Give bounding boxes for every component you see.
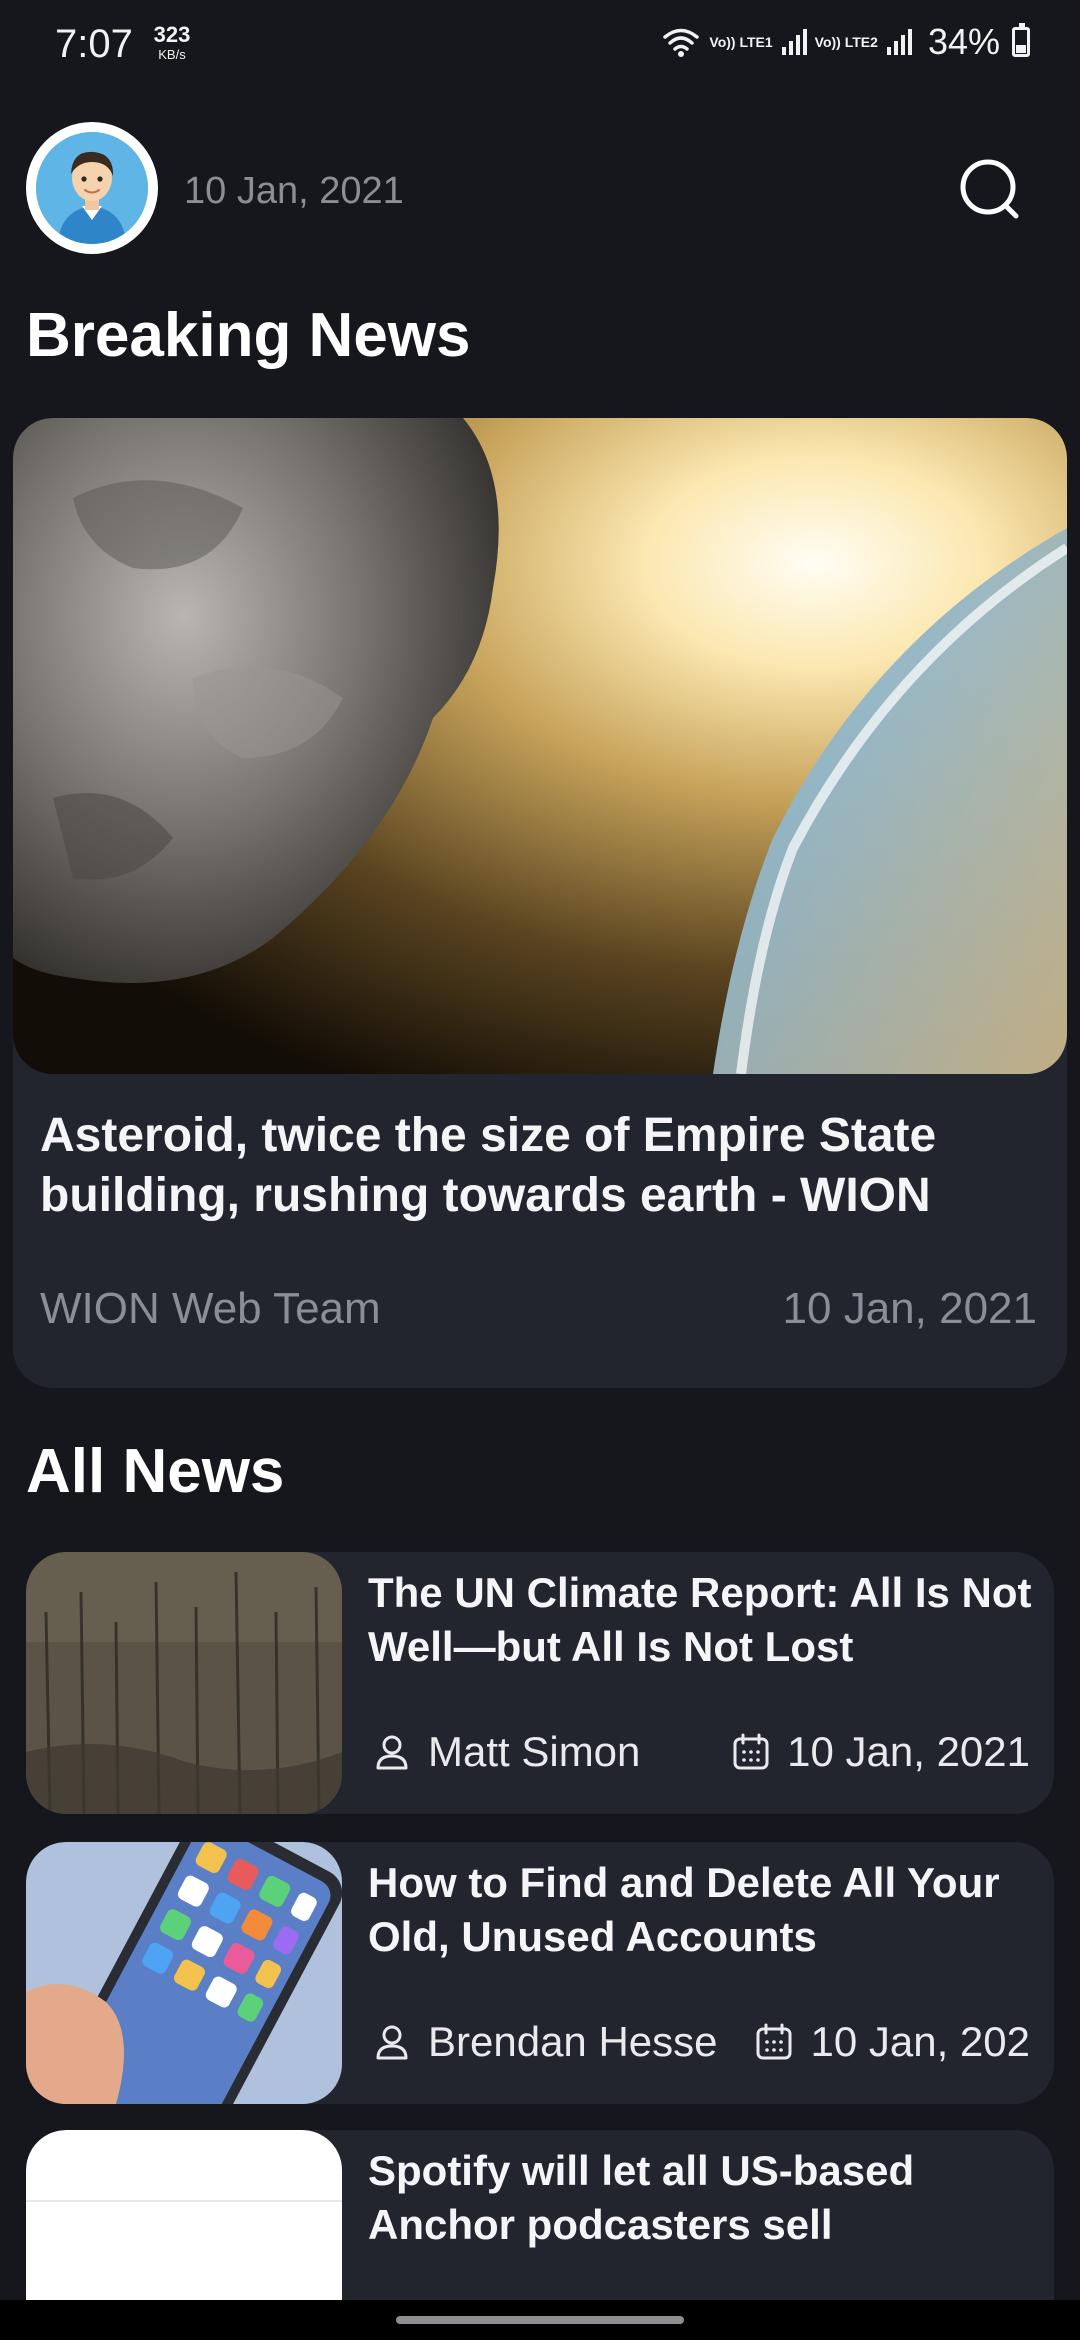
user-icon: [376, 2025, 408, 2060]
news-date: 10 Jan, 2021: [787, 1728, 1030, 1775]
header-date: 10 Jan, 2021: [184, 170, 404, 212]
sim1-indicator: Vo)) LTE1: [709, 34, 773, 50]
breaking-news-card[interactable]: Asteroid, twice the size of Empire State…: [13, 418, 1067, 1388]
wifi-icon: [663, 28, 700, 57]
news-title: Spotify will let all US-based Anchor pod…: [368, 2147, 915, 2248]
calendar-icon: [756, 2023, 792, 2060]
news-thumbnail: [26, 2130, 342, 2300]
breaking-news-author: WION Web Team: [40, 1284, 381, 1333]
search-icon: [960, 159, 1019, 219]
news-thumbnail: [26, 1842, 342, 2104]
avatar[interactable]: [26, 122, 158, 254]
home-indicator[interactable]: [396, 2316, 684, 2324]
all-news-heading: All News: [26, 1437, 285, 1506]
status-time: 7:07: [55, 22, 133, 66]
user-avatar-icon: [36, 132, 148, 244]
battery-icon: [1012, 23, 1030, 57]
user-icon: [376, 1735, 408, 1770]
network-speed-value: 323: [153, 22, 191, 47]
news-list-item[interactable]: Spotify will let all US-based Anchor pod…: [26, 2130, 1054, 2300]
signal-icon: [781, 29, 807, 55]
news-meta: Matt Simon 10 Jan, 2021: [372, 1724, 1030, 1780]
battery-percent: 34%: [927, 21, 1000, 62]
news-title: The UN Climate Report: All Is Not Well—b…: [368, 1569, 1032, 1670]
network-speed-unit: KB/s: [158, 47, 186, 62]
breaking-news-date: 10 Jan, 2021: [782, 1284, 1037, 1333]
breaking-news-title: Asteroid, twice the size of Empire State…: [40, 1109, 937, 1222]
news-meta: Brendan Hesse 10 Jan, 202: [372, 2014, 1030, 2070]
network-speed: 323 KB/s: [142, 22, 202, 62]
breaking-news-heading: Breaking News: [26, 301, 471, 370]
news-date: 10 Jan, 202: [810, 2018, 1030, 2065]
breaking-news-image: [13, 418, 1067, 1074]
search-button[interactable]: [950, 150, 1030, 230]
calendar-icon: [733, 1733, 769, 1770]
news-author: Matt Simon: [428, 1728, 641, 1775]
news-list-item[interactable]: How to Find and Delete All Your Old, Unu…: [26, 1842, 1054, 2104]
news-list-item[interactable]: The UN Climate Report: All Is Not Well—b…: [26, 1552, 1054, 1814]
sim2-indicator: Vo)) LTE2: [814, 34, 878, 50]
news-author: Brendan Hesse: [428, 2018, 718, 2065]
news-title: How to Find and Delete All Your Old, Unu…: [368, 1859, 1000, 1960]
signal-icon: [886, 29, 912, 55]
status-icons: Vo)) LTE1 Vo)) LTE2 34%: [661, 21, 1030, 62]
status-bar: 7:07 323 KB/s Vo)) LTE1 Vo)) LTE2 34%: [0, 0, 1080, 90]
news-thumbnail: [26, 1552, 342, 1814]
